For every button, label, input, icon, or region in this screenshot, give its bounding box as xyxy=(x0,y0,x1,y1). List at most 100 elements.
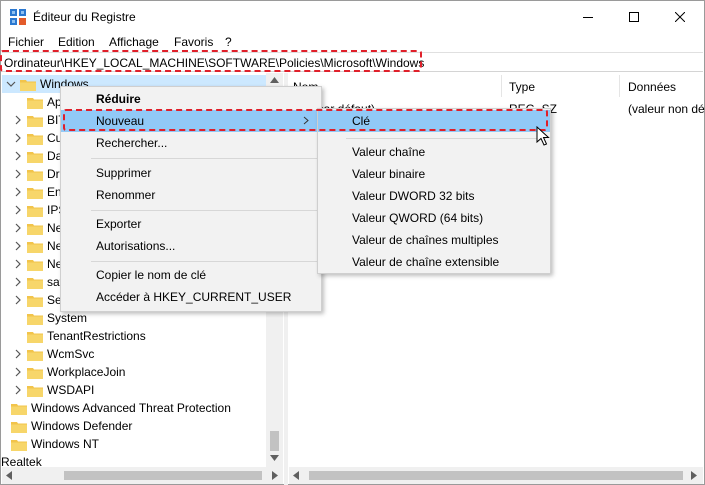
tree-horizontal-scrollbar[interactable] xyxy=(2,467,283,484)
tree-item[interactable]: Set xyxy=(13,291,65,309)
chevron-right-icon[interactable] xyxy=(13,367,23,377)
scroll-thumb[interactable] xyxy=(270,431,279,451)
tree-item[interactable]: saf xyxy=(13,273,63,291)
submenu-item-expandable-string[interactable]: Valeur de chaîne extensible xyxy=(318,251,550,273)
address-annotation-box xyxy=(0,50,422,72)
tree-item[interactable]: Ne xyxy=(13,255,62,273)
mouse-cursor-icon xyxy=(536,126,550,146)
tree-item[interactable]: Cu xyxy=(13,129,62,147)
new-submenu: Clé Valeur chaîne Valeur binaire Valeur … xyxy=(317,108,551,274)
scroll-thumb[interactable] xyxy=(309,471,683,480)
folder-icon xyxy=(27,205,43,217)
minimize-button[interactable] xyxy=(565,1,611,32)
folder-icon xyxy=(27,277,43,289)
menu-item-rechercher[interactable]: Rechercher... xyxy=(61,132,321,154)
tree-item[interactable]: Windows Defender xyxy=(2,417,132,435)
menu-edition[interactable]: Edition xyxy=(58,35,95,49)
chevron-down-icon[interactable] xyxy=(6,79,16,89)
tree-item[interactable]: Dri xyxy=(13,165,62,183)
tree-item[interactable]: Ne xyxy=(13,237,62,255)
menu-item-label: Valeur DWORD 32 bits xyxy=(352,189,475,203)
menu-item-label: Renommer xyxy=(96,188,156,202)
submenu-item-valeur-binaire[interactable]: Valeur binaire xyxy=(318,163,550,185)
menu-item-exporter[interactable]: Exporter xyxy=(61,213,321,235)
minimize-icon xyxy=(583,16,593,18)
chevron-right-icon[interactable] xyxy=(13,241,23,251)
menu-item-copier-nom[interactable]: Copier le nom de clé xyxy=(61,264,321,286)
tree-item[interactable]: TenantRestrictions xyxy=(13,327,146,345)
menu-item-supprimer[interactable]: Supprimer xyxy=(61,162,321,184)
menu-fichier[interactable]: Fichier xyxy=(8,35,44,49)
menu-affichage[interactable]: Affichage xyxy=(109,35,159,49)
column-header-type[interactable]: Type xyxy=(509,80,535,94)
chevron-right-icon[interactable] xyxy=(13,151,23,161)
tree-item-label: WSDAPI xyxy=(47,383,95,397)
menu-item-renommer[interactable]: Renommer xyxy=(61,184,321,206)
tree-item[interactable]: WSDAPI xyxy=(13,381,94,399)
chevron-right-icon[interactable] xyxy=(13,187,23,197)
tree-item-label: Windows Defender xyxy=(31,419,133,433)
menu-item-label: Copier le nom de clé xyxy=(96,268,207,282)
folder-icon xyxy=(27,313,43,325)
menu-separator xyxy=(91,158,317,159)
tree-item[interactable]: IPS xyxy=(13,201,66,219)
submenu-item-qword[interactable]: Valeur QWORD (64 bits) xyxy=(318,207,550,229)
menu-item-reduire[interactable]: Réduire xyxy=(61,88,321,110)
menu-item-acceder-hkcu[interactable]: Accéder à HKEY_CURRENT_USER xyxy=(61,286,321,308)
scroll-left-icon[interactable] xyxy=(293,471,299,480)
tree-item[interactable]: WcmSvc xyxy=(13,345,94,363)
submenu-item-multi-string[interactable]: Valeur de chaînes multiples xyxy=(318,229,550,251)
tree-item[interactable]: Da xyxy=(13,147,62,165)
folder-icon xyxy=(27,97,43,109)
tree-item-label: Windows Advanced Threat Protection xyxy=(31,401,231,415)
tree-item[interactable]: Ap xyxy=(13,93,62,111)
menu-item-label: Valeur de chaînes multiples xyxy=(352,233,499,247)
menu-item-autorisations[interactable]: Autorisations... xyxy=(61,235,321,257)
tree-item[interactable]: BIT xyxy=(13,111,66,129)
list-horizontal-scrollbar[interactable] xyxy=(289,467,703,484)
folder-icon xyxy=(11,421,27,433)
tree-item[interactable]: WorkplaceJoin xyxy=(13,363,125,381)
scroll-down-icon[interactable] xyxy=(270,455,279,461)
chevron-right-icon[interactable] xyxy=(13,295,23,305)
close-button[interactable] xyxy=(657,1,703,32)
maximize-button[interactable] xyxy=(611,1,657,32)
column-separator[interactable] xyxy=(619,75,620,97)
folder-icon xyxy=(20,79,36,91)
folder-icon xyxy=(27,187,43,199)
chevron-right-icon[interactable] xyxy=(13,349,23,359)
tree-item[interactable]: Windows NT xyxy=(2,435,99,453)
tree-item[interactable]: En xyxy=(13,183,62,201)
tree-item[interactable]: Ne xyxy=(13,219,62,237)
chevron-right-icon[interactable] xyxy=(13,133,23,143)
menu-favoris[interactable]: Favoris xyxy=(174,35,213,49)
chevron-right-icon[interactable] xyxy=(13,385,23,395)
menu-help[interactable]: ? xyxy=(225,35,232,49)
chevron-right-icon[interactable] xyxy=(13,277,23,287)
scroll-thumb[interactable] xyxy=(64,471,262,480)
folder-icon xyxy=(11,439,27,451)
menu-item-label: Valeur chaîne xyxy=(352,145,426,159)
scroll-up-icon[interactable] xyxy=(270,77,279,83)
column-header-data[interactable]: Données xyxy=(628,80,676,94)
tree-item[interactable]: Windows Advanced Threat Protection xyxy=(2,399,231,417)
chevron-right-icon[interactable] xyxy=(13,169,23,179)
column-separator[interactable] xyxy=(501,75,502,97)
chevron-right-icon[interactable] xyxy=(13,115,23,125)
chevron-right-icon[interactable] xyxy=(13,223,23,233)
scroll-left-icon[interactable] xyxy=(6,471,12,480)
window-title: Éditeur du Registre xyxy=(33,10,136,24)
chevron-right-icon[interactable] xyxy=(13,259,23,269)
submenu-item-valeur-chaine[interactable]: Valeur chaîne xyxy=(318,141,550,163)
folder-icon xyxy=(27,115,43,127)
chevron-right-icon[interactable] xyxy=(13,205,23,215)
folder-icon xyxy=(27,259,43,271)
scroll-right-icon[interactable] xyxy=(691,471,697,480)
scroll-right-icon[interactable] xyxy=(272,471,278,480)
submenu-item-dword[interactable]: Valeur DWORD 32 bits xyxy=(318,185,550,207)
folder-icon xyxy=(27,331,43,343)
folder-icon xyxy=(27,385,43,397)
